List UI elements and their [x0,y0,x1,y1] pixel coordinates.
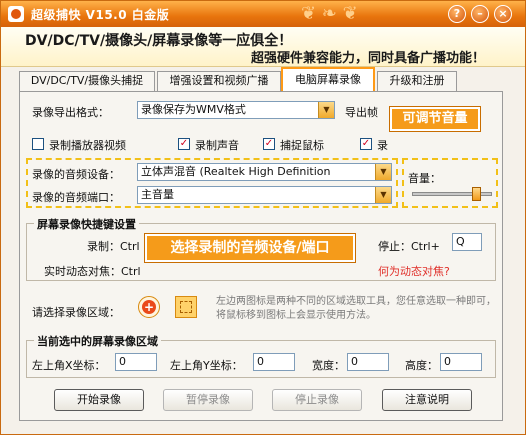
capture-mouse-label: 捕捉鼠标 [280,139,324,152]
record-extra-label: 录 [377,139,388,152]
app-logo-icon [8,6,24,22]
chevron-down-icon: ▼ [318,102,334,118]
record-sound-label: 录制声音 [195,139,239,152]
dynamic-focus-link[interactable]: 何为动态对焦? [378,263,450,279]
audio-port-value: 主音量 [141,188,174,201]
region-select-label: 请选择录像区域： [32,306,120,319]
record-format-select[interactable]: 录像保存为WMV格式 ▼ [137,101,335,119]
record-player-video-checkbox[interactable] [32,138,44,150]
promo-banner: DV/DC/TV/摄像头/屏幕录像等一应俱全！ 超强硬件兼容能力，同时具备广播功… [1,27,525,67]
record-sound-checkbox[interactable]: ✓ [178,138,190,150]
record-extra-checkbox[interactable]: ✓ [360,138,372,150]
x-coordinate-label: 左上角X坐标： [32,359,106,372]
stop-record-button[interactable]: 停止录像 [272,389,362,411]
window-title: 超级捕快 V15.0 白金版 [31,8,170,22]
height-input[interactable]: 0 [440,353,482,371]
hotkey-stop-label: 停止：Ctrl+ [378,240,440,253]
help-button[interactable]: ? [448,5,466,23]
chevron-down-icon: ▼ [375,187,391,203]
record-player-video-label: 录制播放器视频 [49,139,126,152]
screen-record-panel: 录像导出格式： 录像保存为WMV格式 ▼ 导出帧 录制播放器视频 ✓ 录制声音 … [19,91,503,421]
chevron-down-icon: ▼ [375,164,391,180]
tab-enhanced-settings[interactable]: 增强设置和视频广播 [157,71,281,91]
export-frame-label: 导出帧 [345,106,378,119]
notes-button[interactable]: 注意说明 [382,389,472,411]
tab-screen-record[interactable]: 电脑屏幕录像 [281,67,375,91]
tab-capture[interactable]: DV/DC/TV/摄像头捕捉 [19,71,155,91]
title-ornament: ❦ ❧ ❦ [301,3,358,24]
title-bar: 超级捕快 V15.0 白金版 ❦ ❧ ❦ ? – × [1,1,525,27]
hotkey-record-label: 录制：Ctrl [87,240,140,253]
record-format-value: 录像保存为WMV格式 [141,103,246,116]
region-tool-circle-icon[interactable]: + [138,296,160,318]
hotkey-focus-label: 实时动态对焦：Ctrl [44,265,141,278]
x-coordinate-input[interactable]: 0 [115,353,157,371]
close-button[interactable]: × [494,5,512,23]
width-label: 宽度： [312,359,345,372]
volume-callout: 可调节音量 [390,107,480,131]
audio-device-label: 录像的音频设备： [32,168,120,181]
audio-device-select[interactable]: 立体声混音 (Realtek High Definition ▼ [137,163,392,181]
width-input[interactable]: 0 [347,353,389,371]
banner-line-2: 超强硬件兼容能力，同时具备广播功能！ [251,51,486,66]
y-coordinate-label: 左上角Y坐标： [170,359,243,372]
audio-port-select[interactable]: 主音量 ▼ [137,186,392,204]
volume-slider-thumb[interactable] [472,187,482,201]
audio-port-label: 录像的音频端口： [32,191,120,204]
record-format-label: 录像导出格式： [32,106,109,119]
tab-upgrade-register[interactable]: 升级和注册 [377,71,457,91]
hotkey-stop-input[interactable]: Q [452,233,482,251]
app-window: 超级捕快 V15.0 白金版 ❦ ❧ ❦ ? – × DV/DC/TV/摄像头/… [0,0,526,435]
minimize-button[interactable]: – [471,5,489,23]
audio-device-value: 立体声混音 (Realtek High Definition [141,165,331,178]
y-coordinate-input[interactable]: 0 [253,353,295,371]
volume-label: 音量： [408,172,441,185]
hotkey-group-title: 屏幕录像快捷键设置 [34,216,139,232]
pause-record-button[interactable]: 暂停录像 [163,389,253,411]
current-region-title: 当前选中的屏幕录像区域 [34,333,161,349]
region-hint: 左边两图标是两种不同的区域选取工具，您任意选取一种即可，将鼠标移到图标上会显示使… [216,296,496,321]
region-tool-rectangle-icon[interactable] [175,296,197,318]
start-record-button[interactable]: 开始录像 [54,389,144,411]
capture-mouse-checkbox[interactable]: ✓ [263,138,275,150]
height-label: 高度： [405,359,438,372]
audio-callout: 选择录制的音频设备/端口 [145,234,355,262]
